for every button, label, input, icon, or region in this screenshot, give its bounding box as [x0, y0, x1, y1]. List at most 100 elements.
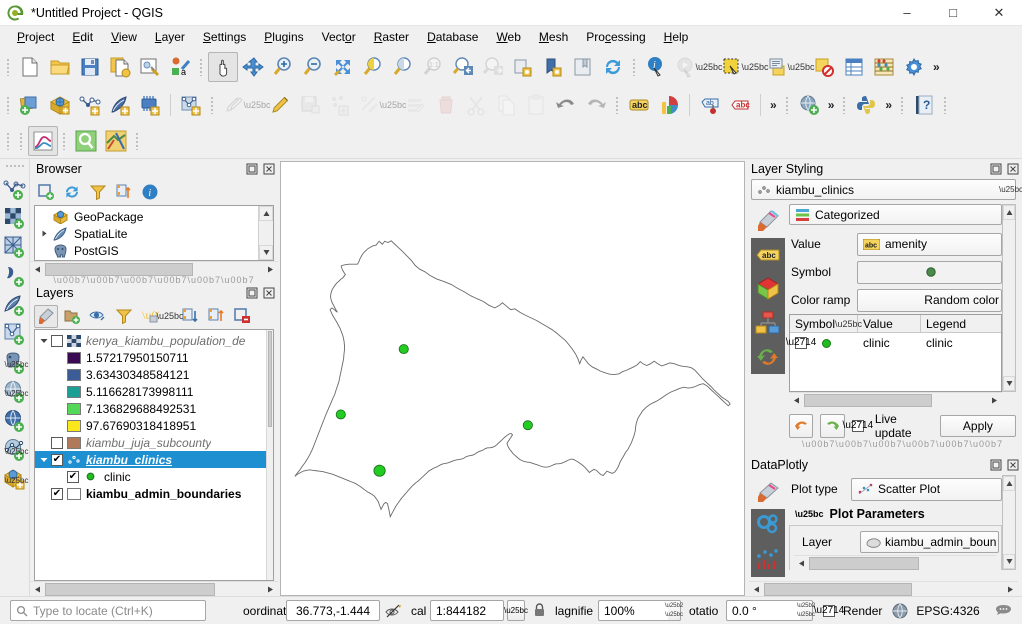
- layer-visibility-checkbox[interactable]: [51, 334, 63, 347]
- search-plugin-icon[interactable]: [71, 126, 101, 156]
- current-edits-dropdown[interactable]: \u25bc: [243, 90, 270, 120]
- toggle-extents-icon[interactable]: [385, 603, 403, 619]
- toolbar-grip[interactable]: [784, 94, 791, 116]
- categories-hscrollbar[interactable]: [789, 392, 1002, 407]
- zoom-full-icon[interactable]: [328, 52, 358, 82]
- symbol-button[interactable]: [857, 260, 1002, 284]
- vertex-tool-dropdown[interactable]: \u25bc: [379, 90, 406, 120]
- scroll-track[interactable]: [45, 582, 263, 596]
- highlight-labels-icon[interactable]: abc: [725, 90, 755, 120]
- layers-tree[interactable]: kenya_kiambu_population_de 1.572179501507…: [34, 329, 274, 581]
- messages-icon[interactable]: [995, 604, 1012, 618]
- new-project-icon[interactable]: [15, 52, 45, 82]
- add-point-feature-icon[interactable]: [325, 90, 355, 120]
- toolbar-grip[interactable]: [198, 56, 205, 78]
- scroll-left-arrow[interactable]: [30, 582, 45, 596]
- properties-icon[interactable]: i: [138, 181, 162, 204]
- scroll-left-arrow[interactable]: [749, 582, 764, 596]
- expand-all-icon[interactable]: [178, 305, 202, 328]
- layer-visibility-checkbox[interactable]: ✔: [51, 487, 63, 500]
- menu-edit[interactable]: Edit: [63, 28, 102, 46]
- layer-combo[interactable]: kiambu_admin_boun: [860, 531, 1000, 553]
- magnifier-field[interactable]: 100%: [598, 600, 668, 621]
- browser-item-geopackage[interactable]: GeoPackage: [35, 208, 258, 225]
- new-bookmark-icon[interactable]: [538, 52, 568, 82]
- scroll-left-arrow[interactable]: [30, 262, 45, 276]
- menu-help[interactable]: Help: [655, 28, 698, 46]
- zoom-to-layer-icon[interactable]: [388, 52, 418, 82]
- add-wfs-layer-icon[interactable]: \u25bc: [1, 435, 29, 464]
- collapse-all-icon[interactable]: [112, 181, 136, 204]
- new-geopackage-layer-icon[interactable]: [1, 203, 29, 232]
- pan-map-icon[interactable]: [208, 52, 238, 82]
- scroll-track[interactable]: [804, 393, 987, 407]
- diagrams-tab[interactable]: [751, 306, 785, 340]
- undo-button[interactable]: [789, 414, 814, 438]
- toolbar-grip[interactable]: [631, 56, 638, 78]
- scroll-left-arrow[interactable]: [789, 393, 804, 407]
- column-legend[interactable]: Legend: [921, 315, 1001, 332]
- toolbar-grip[interactable]: [899, 94, 906, 116]
- layer-item-97-67690318418951[interactable]: 97.67690318418951: [35, 417, 266, 434]
- toolbar-overflow-button[interactable]: »: [929, 60, 944, 74]
- lock-scale-icon[interactable]: [533, 603, 546, 618]
- paste-features-icon[interactable]: [521, 90, 551, 120]
- browser-tree[interactable]: GeoPackage SpatiaLite PostGIS: [34, 205, 274, 261]
- collapse-arrow-icon[interactable]: [37, 337, 51, 345]
- open-layer-styling-icon[interactable]: [34, 304, 58, 328]
- style-manager-icon[interactable]: a: [165, 52, 195, 82]
- minimize-button[interactable]: –: [884, 0, 930, 25]
- scroll-down-arrow[interactable]: [259, 245, 273, 260]
- redo-button[interactable]: [820, 414, 845, 438]
- new-virtual-layer-icon[interactable]: [176, 90, 206, 120]
- clinic-point[interactable]: [398, 344, 409, 355]
- symbology-tab[interactable]: [751, 204, 785, 238]
- scroll-right-arrow[interactable]: [263, 262, 278, 276]
- menu-project[interactable]: Project: [8, 28, 63, 46]
- add-layer-icon[interactable]: [34, 181, 58, 204]
- add-geopackage-layer-icon[interactable]: \u25bc: [1, 464, 29, 493]
- pan-to-selection-icon[interactable]: [238, 52, 268, 82]
- layer-item-kiambu-admin-boundaries[interactable]: ✔ kiambu_admin_boundaries: [35, 485, 266, 502]
- render-toggle[interactable]: \u2714 Render: [814, 604, 883, 618]
- undock-icon[interactable]: [245, 162, 259, 176]
- dataplotly-plot-icon[interactable]: [28, 126, 58, 156]
- python-console-icon[interactable]: [851, 90, 881, 120]
- panel-splitter[interactable]: \u00b7\u00b7\u00b7\u00b7\u00b7\u00b7: [789, 439, 1016, 449]
- chevron-down-icon[interactable]: \u25bc: [4, 389, 28, 398]
- scroll-left-arrow[interactable]: [794, 556, 809, 570]
- layer-visibility-checkbox[interactable]: ✔: [67, 470, 79, 483]
- maximize-button[interactable]: □: [930, 0, 976, 25]
- toolbar-grip[interactable]: [5, 56, 12, 78]
- close-icon[interactable]: [1006, 162, 1020, 176]
- coordinate-field[interactable]: 36.773,-1.444: [286, 600, 380, 621]
- layer-item-1-57217950150711[interactable]: 1.57217950150711: [35, 349, 266, 366]
- open-project-icon[interactable]: [45, 52, 75, 82]
- layers-vscrollbar[interactable]: [266, 330, 273, 580]
- label-icon[interactable]: abc: [624, 90, 654, 120]
- row-checkbox[interactable]: \u2714: [786, 337, 816, 349]
- scroll-down-arrow[interactable]: [1003, 376, 1015, 391]
- zoom-native-icon[interactable]: 1:1: [418, 52, 448, 82]
- rotation-field[interactable]: 0.0 °: [726, 600, 800, 621]
- cut-features-icon[interactable]: [461, 90, 491, 120]
- add-delimited-text-icon[interactable]: [75, 90, 105, 120]
- help-contents-icon[interactable]: ?: [909, 90, 939, 120]
- refresh-icon[interactable]: [60, 181, 84, 204]
- styling-vscrollbar[interactable]: [1002, 204, 1016, 230]
- layer-item-kenya-kiambu-population-de[interactable]: kenya_kiambu_population_de: [35, 332, 266, 349]
- undock-icon[interactable]: [245, 286, 259, 300]
- scroll-right-arrow[interactable]: [1003, 582, 1018, 596]
- menu-settings[interactable]: Settings: [194, 28, 255, 46]
- toggle-editing-icon[interactable]: [265, 90, 295, 120]
- colorramp-combo[interactable]: Random color: [857, 288, 1002, 312]
- browser-vscrollbar[interactable]: [258, 206, 273, 260]
- scale-dropdown[interactable]: \u25bc: [504, 600, 528, 621]
- identify-features-icon[interactable]: i: [641, 52, 671, 82]
- new-shapefile-layer-icon[interactable]: [1, 174, 29, 203]
- row-symbol-cell[interactable]: \u2714: [786, 333, 858, 353]
- refresh-layer-icon[interactable]: [508, 52, 538, 82]
- plot-settings-tab[interactable]: [751, 509, 785, 543]
- clinic-point[interactable]: [373, 464, 386, 477]
- filter-legend-icon[interactable]: [112, 305, 136, 328]
